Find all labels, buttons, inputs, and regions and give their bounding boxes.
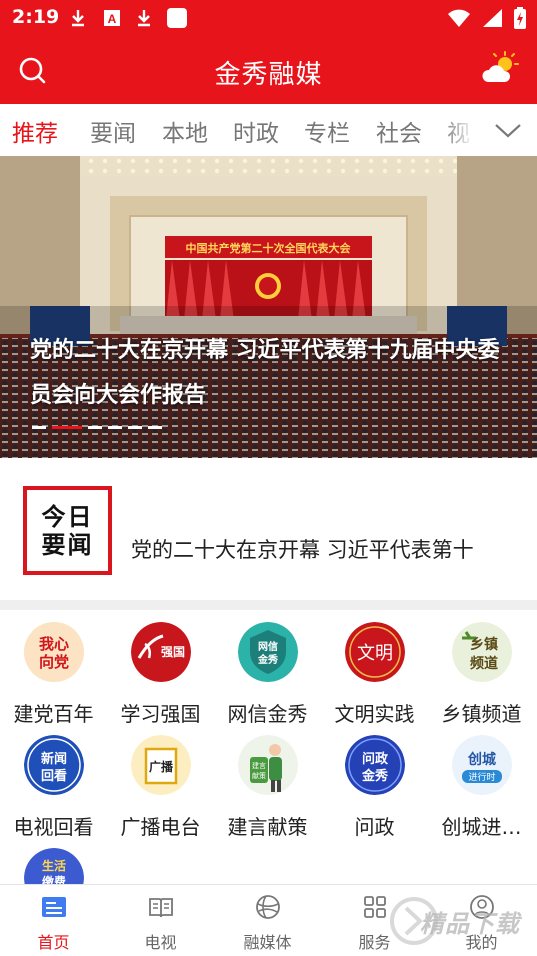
svg-text:网信: 网信 xyxy=(258,640,278,653)
svg-text:向党: 向党 xyxy=(38,653,68,671)
today-headline[interactable]: 今日 要闻 党的二十大在京开幕 习近平代表第十 xyxy=(0,458,537,600)
nav-label: 融媒体 xyxy=(243,933,292,952)
nav-media[interactable]: 融媒体 xyxy=(214,893,321,953)
grid-item-township[interactable]: 乡镇 频道 乡镇频道 xyxy=(428,622,535,727)
carousel-dot xyxy=(32,426,46,429)
grid-item-party[interactable]: 我心 向党 建党百年 xyxy=(0,622,107,727)
status-bar: 2:19 A xyxy=(0,0,537,36)
section-divider xyxy=(0,600,537,610)
grid-item-advice[interactable]: 建言 献策 建言献策 xyxy=(214,735,321,840)
grid-services-icon xyxy=(363,896,386,918)
carousel-dot xyxy=(128,426,142,429)
blank-square-icon xyxy=(167,8,187,28)
svg-text:我心: 我心 xyxy=(38,635,68,653)
battery-icon xyxy=(514,7,526,29)
headline-text[interactable]: 党的二十大在京开幕 习近平代表第十 xyxy=(131,534,521,564)
nav-home[interactable]: 首页 xyxy=(0,893,107,953)
grid-label: 广播电台 xyxy=(120,815,201,839)
svg-text:建言: 建言 xyxy=(252,761,266,770)
hall-sign: 中国共产党第二十次全国代表大会 xyxy=(186,241,352,255)
svg-text:金秀: 金秀 xyxy=(360,768,388,784)
svg-text:强国: 强国 xyxy=(160,645,184,659)
wifi-icon xyxy=(448,9,470,27)
category-tabs: 推荐 要闻 本地 时政 专栏 社会 视 xyxy=(0,104,537,156)
grid-label: 创城进… xyxy=(441,815,522,839)
banner-caption[interactable]: 党的二十大在京开幕 习近平代表第十九届中央委员会向大会作报告 xyxy=(30,328,507,418)
grid-label: 电视回看 xyxy=(13,815,94,839)
carousel-dot-active xyxy=(52,426,82,429)
grid-item-wangxin[interactable]: 网信 金秀 网信金秀 xyxy=(214,622,321,727)
status-time: 2:19 xyxy=(12,6,60,28)
svg-text:广播: 广播 xyxy=(148,759,173,774)
tab-recommend[interactable]: 推荐 xyxy=(12,114,58,148)
download-icon xyxy=(72,10,84,27)
app-header: 金秀融媒 xyxy=(0,36,537,104)
watermark-text: 精品下载 xyxy=(420,910,520,938)
home-icon xyxy=(41,897,66,917)
tv-replay-icon: 新闻 回看 xyxy=(23,735,84,795)
tab-important-news[interactable]: 要闻 xyxy=(90,114,136,148)
carousel-indicator xyxy=(32,426,162,429)
radio-icon: 广播 xyxy=(130,735,191,795)
grid-label: 学习强国 xyxy=(120,702,201,726)
wangxin-icon: 网信 金秀 xyxy=(237,622,298,682)
svg-text:频道: 频道 xyxy=(470,655,498,672)
grid-item-civilized-city[interactable]: 创城进行时 创城进… xyxy=(428,735,535,840)
svg-text:问政: 问政 xyxy=(361,751,388,767)
xuexi-icon: 强国 xyxy=(130,622,191,682)
a-box-icon: A xyxy=(104,10,120,26)
signal-icon xyxy=(483,9,502,27)
status-right-icons xyxy=(447,6,527,30)
svg-text:创城: 创城 xyxy=(467,751,496,768)
svg-text:进行时: 进行时 xyxy=(468,771,495,783)
wenzheng-icon: 问政 金秀 xyxy=(344,735,405,795)
tab-politics[interactable]: 时政 xyxy=(233,114,279,148)
grid-label: 网信金秀 xyxy=(227,702,308,726)
grid-label: 乡镇频道 xyxy=(441,702,522,726)
nav-tv[interactable]: 电视 xyxy=(107,893,214,953)
township-icon: 乡镇 频道 xyxy=(451,622,512,682)
grid-label: 文明实践 xyxy=(334,702,415,726)
download-icon xyxy=(138,10,150,27)
grid-item-xuexi[interactable]: 强国 学习强国 xyxy=(107,622,214,727)
weather-icon[interactable] xyxy=(479,50,519,90)
grid-item-wenming[interactable]: 文明 文明实践 xyxy=(321,622,428,727)
tab-society[interactable]: 社会 xyxy=(376,114,422,148)
wenming-icon: 文明 xyxy=(344,622,405,682)
svg-text:乡镇: 乡镇 xyxy=(470,636,498,653)
party-heart-icon: 我心 向党 xyxy=(23,622,84,682)
grid-label: 建言献策 xyxy=(227,815,308,839)
carousel-dot xyxy=(88,426,102,429)
news-banner[interactable]: 中国共产党第二十次全国代表大会 党的二十大在京开幕 习近平代表第十九届中央委员会… xyxy=(0,156,537,458)
civilized-city-icon: 创城 进行时 xyxy=(451,735,512,795)
tab-column[interactable]: 专栏 xyxy=(304,114,350,148)
svg-text:献策: 献策 xyxy=(252,771,266,780)
svg-text:回看: 回看 xyxy=(40,768,66,784)
chevron-down-icon[interactable] xyxy=(493,118,523,142)
grid-label: 建党百年 xyxy=(13,702,94,726)
advice-icon: 建言 献策 xyxy=(237,735,298,795)
svg-text:文明: 文明 xyxy=(357,643,393,664)
carousel-dot xyxy=(108,426,122,429)
logo-line1: 今日 xyxy=(41,502,94,531)
svg-text:生活: 生活 xyxy=(41,858,65,873)
today-news-logo: 今日 要闻 xyxy=(23,486,112,575)
grid-item-radio[interactable]: 广播 广播电台 xyxy=(107,735,214,840)
grid-item-wenzheng[interactable]: 问政 金秀 问政 xyxy=(321,735,428,840)
globe-icon xyxy=(255,895,280,919)
grid-label: 问政 xyxy=(354,815,395,839)
logo-line2: 要闻 xyxy=(41,530,94,559)
grid-item-tv-replay[interactable]: 新闻 回看 电视回看 xyxy=(0,735,107,840)
nav-label: 电视 xyxy=(144,933,177,952)
app-title: 金秀融媒 xyxy=(214,60,323,90)
nav-label: 首页 xyxy=(37,933,70,952)
svg-text:金秀: 金秀 xyxy=(257,653,278,666)
tv-book-icon xyxy=(148,898,173,918)
svg-text:新闻: 新闻 xyxy=(40,751,66,767)
svg-text:A: A xyxy=(108,12,117,26)
tab-local[interactable]: 本地 xyxy=(162,114,208,148)
carousel-dot xyxy=(148,426,162,429)
